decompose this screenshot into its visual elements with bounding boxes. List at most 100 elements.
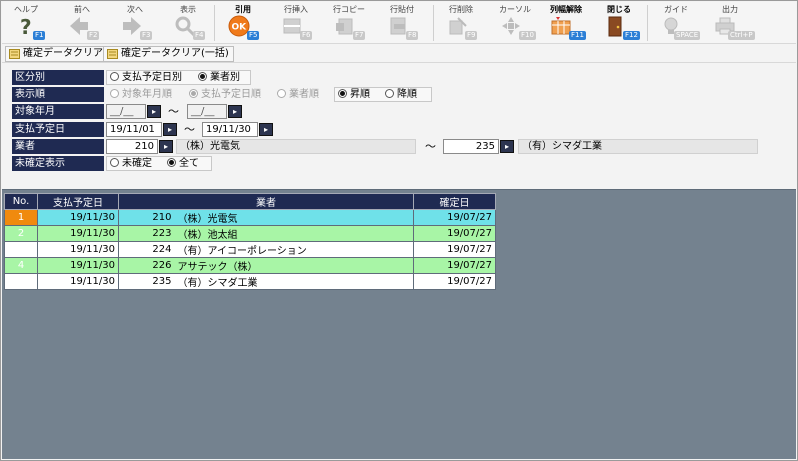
table-row[interactable]: 2 19/11/30 223 （株）池太組 19/07/27 (4, 225, 496, 242)
clear-all-confirmed-data-button[interactable]: 確定データクリア(一括) (103, 46, 234, 62)
cell-vendor-name[interactable]: （株）池太組 (174, 225, 414, 242)
row-insert-button[interactable]: 行挿入 F6 (273, 2, 319, 43)
direction-option-asc[interactable]: 昇順 (338, 87, 370, 102)
row-number: 2 (4, 225, 38, 242)
row-delete-button[interactable]: 行削除 F9 (438, 2, 484, 43)
row-number: 3 (4, 241, 38, 258)
f1-key-badge: F1 (33, 31, 46, 40)
f12-key-badge: F12 (623, 31, 640, 40)
unconfirmed-option-unconfirmed[interactable]: 未確定 (110, 156, 152, 171)
column-width-reset-label: 列幅解除 (550, 5, 582, 14)
range-tilde: ～ (168, 105, 179, 118)
app-window: ヘルプ ? F1 前へ F2 次へ F3 表示 F4 引用 OK F5 行挿入 … (0, 0, 798, 461)
vendor-from-code-field[interactable]: 210 (106, 139, 158, 154)
unconfirmed-label: 未確定表示 (12, 156, 104, 171)
pay-date-to-field[interactable]: 19/11/30 (202, 122, 258, 137)
cell-pay-date[interactable]: 19/11/30 (37, 225, 119, 242)
row-paste-label: 行貼付 (390, 5, 414, 14)
pay-date-to-picker[interactable]: ▸ (259, 123, 273, 136)
column-header-vendor[interactable]: 業者 (118, 193, 414, 210)
kubun-option-paydate-label: 支払予定日別 (122, 72, 182, 83)
next-button[interactable]: 次へ F3 (113, 2, 157, 43)
cell-vendor-code[interactable]: 226 (118, 257, 175, 274)
direction-option-desc-label: 降順 (397, 89, 417, 100)
guide-button[interactable]: ガイド SPACE (652, 2, 701, 43)
pay-date-from-picker[interactable]: ▸ (163, 123, 177, 136)
order-option-month[interactable]: 対象年月順 (110, 87, 172, 102)
close-button[interactable]: 閉じる F12 (596, 2, 642, 43)
row-copy-button[interactable]: 行コピー F7 (326, 2, 372, 43)
target-month-to-picker[interactable]: ▸ (228, 105, 242, 118)
unconfirmed-option-unconfirmed-label: 未確定 (122, 158, 152, 169)
table-row[interactable]: 3 19/11/30 224 （有）アイコーポレーション 19/07/27 (4, 241, 496, 258)
cell-vendor-name[interactable]: アサテック（株） (174, 257, 414, 274)
cell-confirmed-date[interactable]: 19/07/27 (413, 209, 496, 226)
column-header-confirmed-date[interactable]: 確定日 (413, 193, 496, 210)
cell-pay-date[interactable]: 19/11/30 (37, 257, 119, 274)
row-number: 1 (4, 209, 38, 226)
vendor-to-name: （有）シマダ工業 (518, 139, 758, 154)
range-tilde: ～ (184, 123, 195, 136)
cell-pay-date[interactable]: 19/11/30 (37, 273, 119, 290)
cell-vendor-code[interactable]: 224 (118, 241, 175, 258)
target-month-from-field[interactable]: __/__ (106, 104, 146, 119)
vendor-from-picker[interactable]: ▸ (159, 140, 173, 153)
cursor-button[interactable]: カーソル F10 (492, 2, 538, 43)
cell-vendor-name[interactable]: （有）アイコーポレーション (174, 241, 414, 258)
column-width-reset-button[interactable]: 列幅解除 F11 (542, 2, 590, 43)
prev-button[interactable]: 前へ F2 (60, 2, 104, 43)
order-option-vendor-label: 業者順 (289, 89, 319, 100)
toolbar-separator (214, 5, 215, 41)
view-button[interactable]: 表示 F4 (166, 2, 210, 43)
cell-pay-date[interactable]: 19/11/30 (37, 209, 119, 226)
direction-option-desc[interactable]: 降順 (385, 87, 417, 102)
kubun-option-vendor[interactable]: 業者別 (198, 70, 240, 85)
cell-confirmed-date[interactable]: 19/07/27 (413, 273, 496, 290)
pay-date-from-field[interactable]: 19/11/01 (106, 122, 162, 137)
cell-vendor-code[interactable]: 223 (118, 225, 175, 242)
radio-dot-selected (338, 89, 347, 98)
table-row[interactable]: 4 19/11/30 226 アサテック（株） 19/07/27 (4, 257, 496, 274)
table-row[interactable]: 5 19/11/30 235 （有）シマダ工業 19/07/27 (4, 273, 496, 290)
function-toolbar: ヘルプ ? F1 前へ F2 次へ F3 表示 F4 引用 OK F5 行挿入 … (2, 2, 796, 43)
unconfirmed-option-all[interactable]: 全て (167, 156, 199, 171)
cell-confirmed-date[interactable]: 19/07/27 (413, 241, 496, 258)
results-grid-area: No. 支払予定日 業者 確定日 1 19/11/30 210 （株）光電気 1… (2, 189, 796, 459)
order-option-paydate[interactable]: 支払予定日順 (189, 87, 261, 102)
vendor-label: 業者 (12, 139, 104, 154)
search-conditions-form: 区分別 支払予定日別 業者別 表示順 対象年月順 支払予定日順 業者順 昇順 降… (2, 63, 796, 189)
column-header-no[interactable]: No. (4, 193, 38, 210)
radio-dot (110, 158, 119, 167)
kubun-option-vendor-label: 業者別 (210, 72, 240, 83)
unconfirmed-option-all-label: 全て (179, 158, 199, 169)
kubun-option-paydate[interactable]: 支払予定日別 (110, 70, 182, 85)
table-row[interactable]: 1 19/11/30 210 （株）光電気 19/07/27 (4, 209, 496, 226)
target-month-to-field[interactable]: __/__ (187, 104, 227, 119)
row-insert-label: 行挿入 (284, 5, 308, 14)
svg-text:?: ? (20, 15, 32, 37)
quote-button[interactable]: 引用 OK F5 (220, 2, 266, 43)
order-option-month-label: 対象年月順 (122, 89, 172, 100)
cell-vendor-name[interactable]: （有）シマダ工業 (174, 273, 414, 290)
clear-all-icon (107, 49, 118, 59)
column-header-pay-date[interactable]: 支払予定日 (37, 193, 119, 210)
grid-header-row: No. 支払予定日 業者 確定日 (4, 193, 496, 210)
print-button[interactable]: 出力 Ctrl+P (706, 2, 755, 43)
f2-key-badge: F2 (87, 31, 100, 40)
order-option-vendor[interactable]: 業者順 (277, 87, 319, 102)
cell-vendor-code[interactable]: 235 (118, 273, 175, 290)
clear-all-confirmed-data-label: 確定データクリア(一括) (121, 48, 229, 59)
print-label: 出力 (722, 5, 738, 14)
cell-confirmed-date[interactable]: 19/07/27 (413, 225, 496, 242)
target-month-from-picker[interactable]: ▸ (147, 105, 161, 118)
clear-confirmed-data-button[interactable]: 確定データクリア (5, 46, 108, 62)
cell-confirmed-date[interactable]: 19/07/27 (413, 257, 496, 274)
cell-vendor-code[interactable]: 210 (118, 209, 175, 226)
row-paste-button[interactable]: 行貼付 F8 (379, 2, 425, 43)
f5-key-badge: F5 (247, 31, 260, 40)
cell-vendor-name[interactable]: （株）光電気 (174, 209, 414, 226)
cell-pay-date[interactable]: 19/11/30 (37, 241, 119, 258)
vendor-to-picker[interactable]: ▸ (500, 140, 514, 153)
vendor-to-code-field[interactable]: 235 (443, 139, 499, 154)
help-button[interactable]: ヘルプ ? F1 (6, 2, 46, 43)
